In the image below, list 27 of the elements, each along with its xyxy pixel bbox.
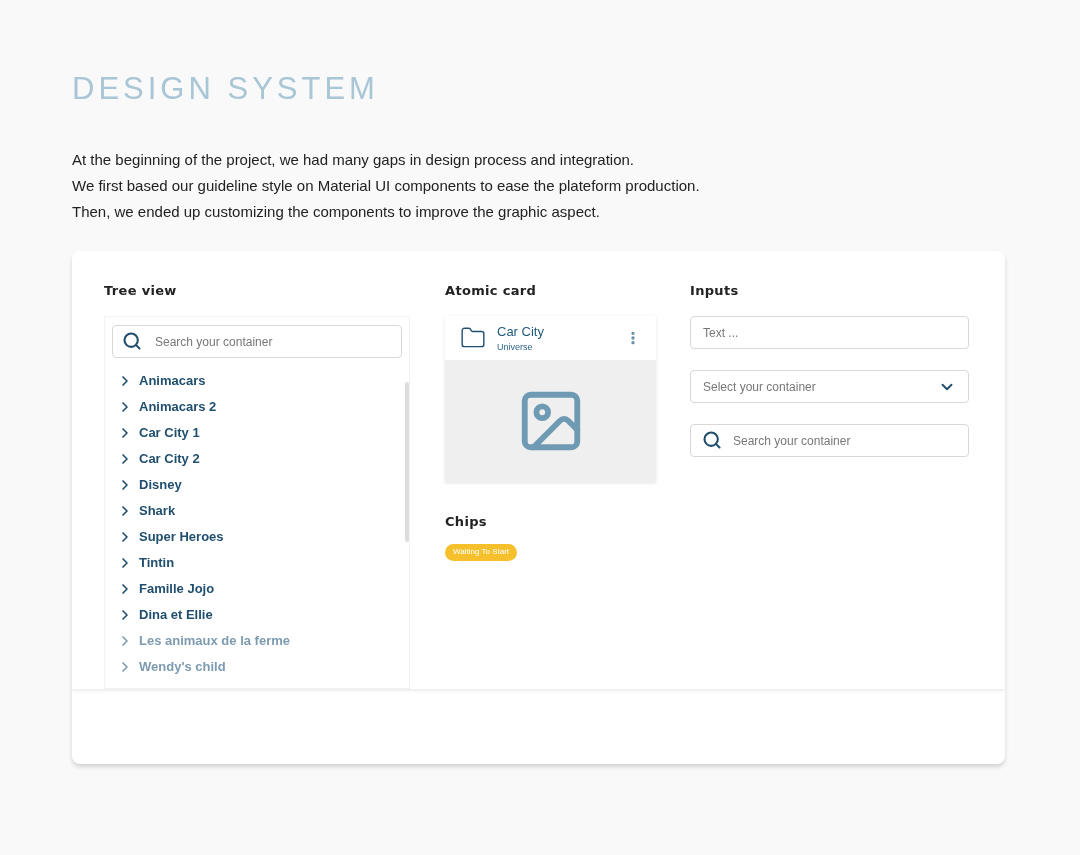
tree-item[interactable]: Disney	[117, 472, 409, 498]
tree-item[interactable]: Car City 2	[117, 446, 409, 472]
intro-text: At the beginning of the project, we had many gaps in design process and integration.	[72, 149, 636, 170]
page-title: DESIGN SYSTEM	[72, 70, 380, 108]
section-heading: Tree view	[104, 281, 178, 300]
tree-item[interactable]: Shark	[117, 498, 409, 524]
card-title: Car City	[497, 322, 545, 341]
search-field[interactable]: Search your container	[112, 325, 402, 358]
tree-item[interactable]: Car City 1	[117, 420, 409, 446]
intro-text: We first based our guideline style on Material UI components to ease the plateform production.	[72, 175, 701, 196]
tree-item[interactable]: Famille Jojo	[117, 576, 409, 602]
section-heading: Atomic card	[445, 281, 538, 300]
search-icon	[702, 430, 722, 450]
text-field[interactable]: Text ...	[690, 316, 969, 349]
tree-item[interactable]: Dina et Ellie	[117, 602, 409, 628]
search-icon	[122, 331, 142, 351]
section-heading: Inputs	[690, 281, 740, 300]
tree-item[interactable]: Tintin	[117, 550, 409, 576]
search-field[interactable]: Search your container	[690, 424, 969, 457]
tree-item[interactable]: Animacars	[117, 368, 409, 394]
intro-text: Then, we ended up customizing the components to improve the graphic aspect.	[72, 201, 601, 222]
select-field[interactable]: Select your container	[690, 370, 969, 403]
tree-item[interactable]: Animacars 2	[117, 394, 409, 420]
status-chip: Waiting To Start	[445, 543, 518, 561]
card-subtitle: Universe	[497, 341, 534, 354]
tree-item[interactable]: Super Heroes	[117, 524, 409, 550]
section-heading: Chips	[445, 513, 488, 531]
